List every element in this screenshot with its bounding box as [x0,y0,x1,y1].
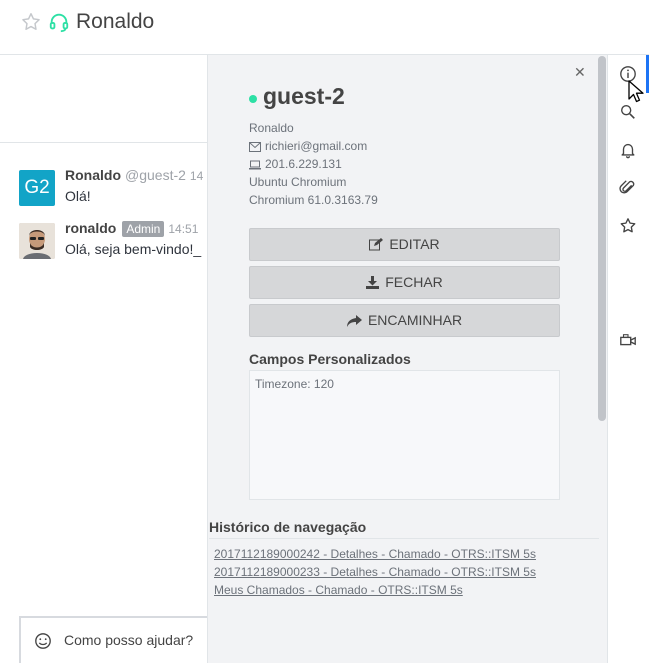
avatar[interactable] [19,223,55,259]
history-link[interactable]: Meus Chamados - Chamado - OTRS::ITSM 5s [214,581,594,599]
role-badge: Admin [122,221,165,237]
composer-placeholder[interactable]: Como posso ajudar? [64,632,193,648]
panel-scrollbar[interactable] [598,56,606,421]
message-time: 14:51 [168,222,199,236]
visitor-email-row: richieri@gmail.com [249,139,367,153]
download-icon [366,276,380,289]
room-toolbar [607,55,649,663]
message-composer[interactable]: Como posso ajudar? [19,616,208,663]
laptop-icon [249,160,261,170]
close-panel-button[interactable]: ✕ [574,64,586,81]
edit-button-label: EDITAR [389,236,440,252]
close-chat-button[interactable]: FECHAR [249,266,560,299]
room-announcement-area [0,55,208,143]
visitor-ip-row: 201.6.229.131 [249,157,342,171]
message-area: G2 Ronaldo @guest-2 14 Olá! ronaldo Admin 14… [0,55,208,663]
visitor-info-panel: ✕ guest-2 Ronaldo richieri@gmail.com 201… [207,55,607,663]
envelope-icon [249,142,261,152]
visitor-ip: 201.6.229.131 [265,157,342,171]
edit-icon [369,238,384,251]
message-time: 14 [189,169,204,183]
navigation-history-title: Histórico de navegação [209,519,367,535]
room-title: Ronaldo [76,10,155,33]
favorite-star-icon[interactable] [20,11,42,33]
search-icon[interactable] [619,103,637,121]
message-text: Olá! [65,188,91,204]
navigation-history-list: 2017112189000242 - Detalhes - Chamado - … [209,538,599,663]
visitor-display-name: Ronaldo [249,121,294,135]
close-chat-button-label: FECHAR [385,274,443,290]
visitor-name: guest-2 [263,83,345,109]
paperclip-icon[interactable] [619,179,637,197]
mouse-cursor-icon [628,80,644,103]
emoji-icon[interactable] [34,632,52,650]
message-text: Olá, seja bem-vindo!_ [65,241,202,257]
online-status-dot [249,95,257,103]
livechat-headset-icon [49,13,69,33]
custom-fields-box: Timezone: 120 [249,370,560,500]
custom-field-timezone: Timezone: 120 [255,377,334,391]
forward-button-label: ENCAMINHAR [367,312,463,328]
room-header: Ronaldo [0,0,649,55]
forward-button[interactable]: ENCAMINHAR [249,304,560,337]
visitor-os-browser: Ubuntu Chromium [249,175,347,189]
bell-icon[interactable] [619,141,637,159]
star-icon[interactable] [619,217,637,235]
edit-button[interactable]: EDITAR [249,228,560,261]
message-header: Ronaldo @guest-2 14 [65,167,203,183]
message-author[interactable]: ronaldo [65,220,116,236]
share-icon [346,315,362,327]
message-header: ronaldo Admin 14:51 [65,220,198,237]
history-link[interactable]: 2017112189000233 - Detalhes - Chamado - … [214,563,594,581]
avatar[interactable]: G2 [19,170,55,206]
message-author[interactable]: Ronaldo [65,167,121,183]
video-icon[interactable] [619,332,637,350]
custom-fields-title: Campos Personalizados [249,351,411,367]
message-username[interactable]: @guest-2 [125,167,186,183]
history-link[interactable]: 2017112189000242 - Detalhes - Chamado - … [214,545,594,563]
visitor-browser-version: Chromium 61.0.3163.79 [249,193,378,207]
visitor-email[interactable]: richieri@gmail.com [265,139,367,153]
